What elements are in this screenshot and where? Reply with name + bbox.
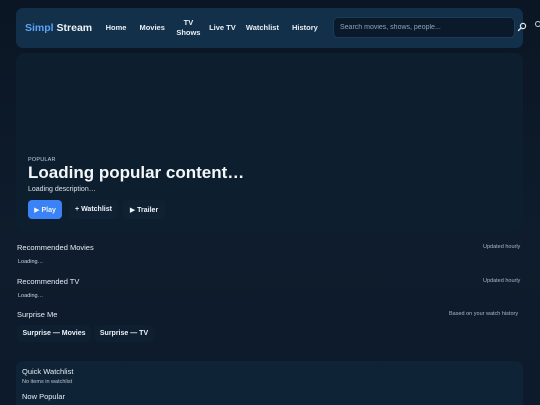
surprise-movies-button[interactable]: Surprise — Movies — [17, 325, 91, 342]
quick-watchlist-title: Quick Watchlist — [22, 367, 74, 376]
recommended-tv-title: Recommended TV — [17, 277, 80, 286]
nav-movies[interactable]: Movies — [133, 23, 171, 33]
nav-tv-shows[interactable]: TV Shows — [171, 18, 205, 38]
settings-icon[interactable] — [533, 20, 540, 28]
magnifier-icon[interactable] — [517, 22, 527, 32]
quick-watchlist-empty: No items in watchlist — [22, 379, 73, 385]
recommended-tv-note: Updated hourly — [483, 278, 521, 284]
sidebar-panel: Quick Watchlist No items in watchlist No… — [16, 361, 523, 405]
play-button[interactable]: ▶ Play — [28, 200, 62, 219]
nav-home[interactable]: Home — [99, 23, 133, 33]
brand-part-1: Simpl — [25, 22, 54, 34]
nav-history[interactable]: History — [285, 23, 324, 33]
brand-logo[interactable]: Simpl Stream — [25, 22, 92, 34]
trailer-button[interactable]: ▶ Trailer — [123, 200, 165, 219]
nav-live-tv[interactable]: Live TV — [205, 23, 239, 33]
brand-part-2: Stream — [56, 22, 93, 34]
main-nav: Home Movies TV Shows Live TV Watchlist H… — [99, 18, 324, 38]
hero-title: Loading popular content… — [28, 163, 245, 182]
recommended-movies-note: Updated hourly — [483, 244, 521, 250]
hero-banner: POPULAR Loading popular content… Loading… — [16, 53, 523, 231]
recommended-movies-status: Loading… — [18, 259, 44, 265]
hero-description: Loading description… — [28, 186, 96, 193]
surprise-tv-button[interactable]: Surprise — TV — [94, 325, 154, 342]
recommended-movies-title: Recommended Movies — [17, 243, 94, 252]
now-popular-title: Now Popular — [22, 392, 65, 401]
search-input[interactable] — [333, 17, 515, 38]
add-to-watchlist-button[interactable]: + Watchlist — [69, 200, 118, 219]
nav-watchlist[interactable]: Watchlist — [239, 23, 285, 33]
top-header: Simpl Stream Home Movies TV Shows Live T… — [16, 8, 527, 48]
surprise-title: Surprise Me — [17, 310, 58, 319]
recommended-tv-status: Loading… — [18, 293, 44, 299]
app-page: Simpl Stream Home Movies TV Shows Live T… — [0, 0, 540, 405]
surprise-note: Based on your watch history — [449, 311, 519, 317]
